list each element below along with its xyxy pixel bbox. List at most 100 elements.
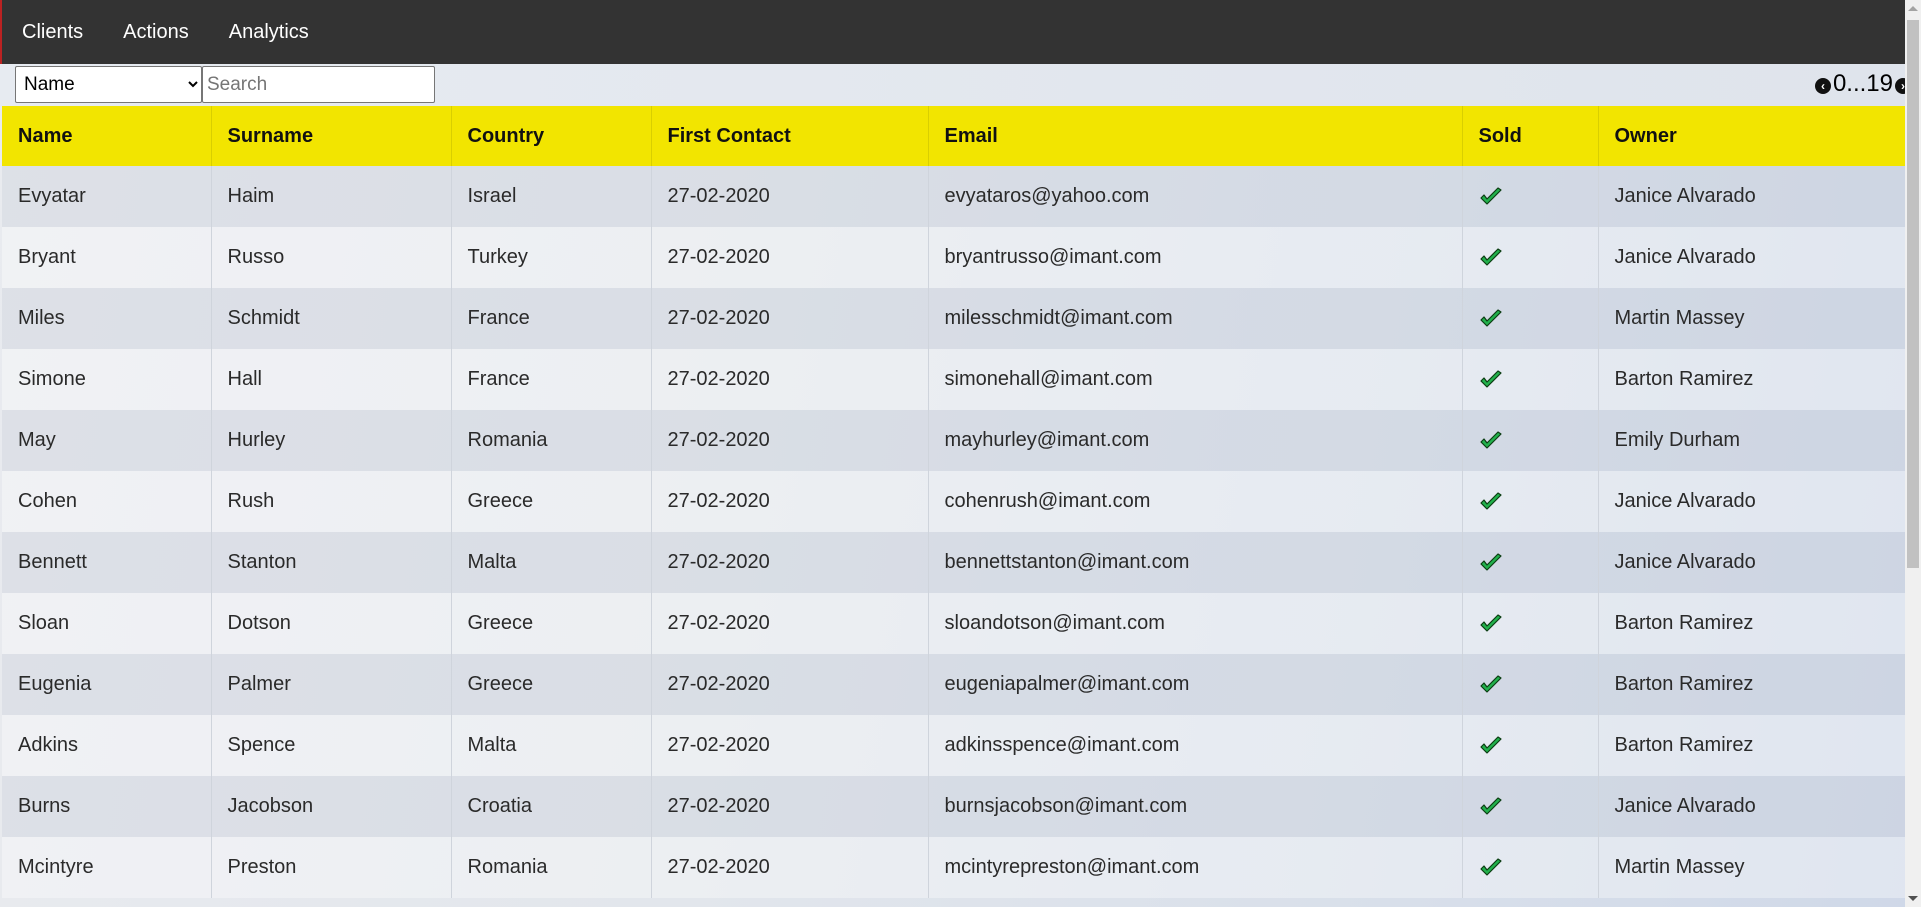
cell-country: Romania [451, 837, 652, 898]
cell-owner: Martin Massey [1598, 837, 1909, 898]
cell-owner: Janice Alvarado [1598, 471, 1909, 532]
cell-country: Romania [451, 410, 652, 471]
vertical-scrollbar[interactable] [1905, 0, 1921, 907]
table-row[interactable]: Bennett Stanton Malta 27-02-2020 bennettstan… [2, 532, 1909, 593]
cell-country: France [451, 349, 652, 410]
cell-surname: Haim [211, 166, 452, 227]
cell-surname: Schmidt [211, 288, 452, 349]
cell-email: eugeniapalmer@imant.com [928, 654, 1463, 715]
table-row[interactable]: Simone Hall France 27-02-2020 simonehall@ima… [2, 349, 1909, 410]
cell-owner: Barton Ramirez [1598, 349, 1909, 410]
cell-sold [1462, 349, 1599, 410]
cell-owner: Barton Ramirez [1598, 715, 1909, 776]
cell-name: Evyatar [2, 166, 212, 227]
cell-name: Sloan [2, 593, 212, 654]
table-row[interactable]: Sloan Dotson Greece 27-02-2020 sloandotson@i… [2, 593, 1909, 654]
cell-first-contact: 27-02-2020 [651, 410, 929, 471]
column-header-first-contact[interactable]: First Contact [651, 106, 929, 166]
column-header-owner[interactable]: Owner [1598, 106, 1909, 166]
clients-table: Name Surname Country First Contact Email… [2, 106, 1909, 898]
column-header-country[interactable]: Country [451, 106, 652, 166]
cell-first-contact: 27-02-2020 [651, 593, 929, 654]
cell-sold [1462, 288, 1599, 349]
cell-surname: Jacobson [211, 776, 452, 837]
cell-first-contact: 27-02-2020 [651, 227, 929, 288]
table-row[interactable]: Mcintyre Preston Romania 27-02-2020 mcintyre… [2, 837, 1909, 898]
cell-sold [1462, 654, 1599, 715]
table-row[interactable]: Miles Schmidt France 27-02-2020 milesschmidt… [2, 288, 1909, 349]
cell-email: adkinsspence@imant.com [928, 715, 1463, 776]
table-row[interactable]: Burns Jacobson Croatia 27-02-2020 burnsjacob… [2, 776, 1909, 837]
table-row[interactable]: Bryant Russo Turkey 27-02-2020 bryantrusso@i… [2, 227, 1909, 288]
page: Clients Actions Analytics Name ‹ 0...19 … [0, 0, 1921, 907]
scrollbar-thumb[interactable] [1907, 20, 1919, 568]
clients-table-container: Name Surname Country First Contact Email… [2, 106, 1909, 907]
nav-item-clients[interactable]: Clients [2, 0, 103, 64]
table-row[interactable]: Adkins Spence Malta 27-02-2020 adkinsspence@… [2, 715, 1909, 776]
table-header-row: Name Surname Country First Contact Email… [2, 106, 1909, 166]
check-icon [1479, 614, 1503, 634]
scroll-down-icon[interactable] [1908, 896, 1918, 901]
cell-country: Greece [451, 471, 652, 532]
check-icon [1479, 675, 1503, 695]
cell-first-contact: 27-02-2020 [651, 288, 929, 349]
cell-sold [1462, 837, 1599, 898]
cell-email: bryantrusso@imant.com [928, 227, 1463, 288]
cell-name: Adkins [2, 715, 212, 776]
cell-name: Cohen [2, 471, 212, 532]
top-navbar: Clients Actions Analytics [0, 0, 1911, 64]
column-header-email[interactable]: Email [928, 106, 1463, 166]
cell-email: sloandotson@imant.com [928, 593, 1463, 654]
cell-surname: Rush [211, 471, 452, 532]
cell-email: evyataros@yahoo.com [928, 166, 1463, 227]
cell-first-contact: 27-02-2020 [651, 654, 929, 715]
cell-email: bennettstanton@imant.com [928, 532, 1463, 593]
column-header-name[interactable]: Name [2, 106, 212, 166]
check-icon [1479, 858, 1503, 878]
table-row[interactable]: Cohen Rush Greece 27-02-2020 cohenrush@imant… [2, 471, 1909, 532]
cell-email: simonehall@imant.com [928, 349, 1463, 410]
cell-email: mcintyrepreston@imant.com [928, 837, 1463, 898]
cell-surname: Dotson [211, 593, 452, 654]
table-row[interactable]: May Hurley Romania 27-02-2020 mayhurley@iman… [2, 410, 1909, 471]
cell-first-contact: 27-02-2020 [651, 776, 929, 837]
cell-surname: Spence [211, 715, 452, 776]
table-row[interactable]: Evyatar Haim Israel 27-02-2020 evyataros@yah… [2, 166, 1909, 227]
nav-item-analytics[interactable]: Analytics [209, 0, 329, 64]
check-icon [1479, 553, 1503, 573]
cell-owner: Janice Alvarado [1598, 227, 1909, 288]
nav-item-actions[interactable]: Actions [103, 0, 209, 64]
search-input[interactable] [202, 66, 435, 103]
cell-country: Malta [451, 715, 652, 776]
cell-sold [1462, 410, 1599, 471]
table-row[interactable]: Eugenia Palmer Greece 27-02-2020 eugeniapalm… [2, 654, 1909, 715]
cell-country: Greece [451, 654, 652, 715]
check-icon [1479, 431, 1503, 451]
check-icon [1479, 736, 1503, 756]
column-header-sold[interactable]: Sold [1462, 106, 1599, 166]
column-header-surname[interactable]: Surname [211, 106, 452, 166]
cell-name: May [2, 410, 212, 471]
chevron-left-icon[interactable]: ‹ [1814, 78, 1831, 94]
cell-surname: Palmer [211, 654, 452, 715]
cell-surname: Hall [211, 349, 452, 410]
cell-name: Burns [2, 776, 212, 837]
cell-name: Simone [2, 349, 212, 410]
pagination: ‹ 0...19 › [1814, 68, 1911, 100]
cell-owner: Barton Ramirez [1598, 654, 1909, 715]
cell-country: Greece [451, 593, 652, 654]
cell-owner: Janice Alvarado [1598, 776, 1909, 837]
cell-owner: Emily Durham [1598, 410, 1909, 471]
cell-country: France [451, 288, 652, 349]
table-body: Evyatar Haim Israel 27-02-2020 evyataros@yah… [2, 166, 1909, 898]
filter-bar: Name ‹ 0...19 › [0, 64, 1911, 106]
cell-surname: Russo [211, 227, 452, 288]
check-icon [1479, 370, 1503, 390]
cell-sold [1462, 715, 1599, 776]
scroll-up-icon[interactable] [1908, 6, 1918, 11]
cell-owner: Janice Alvarado [1598, 166, 1909, 227]
cell-name: Mcintyre [2, 837, 212, 898]
search-field-select[interactable]: Name [15, 66, 202, 103]
cell-sold [1462, 471, 1599, 532]
cell-first-contact: 27-02-2020 [651, 837, 929, 898]
